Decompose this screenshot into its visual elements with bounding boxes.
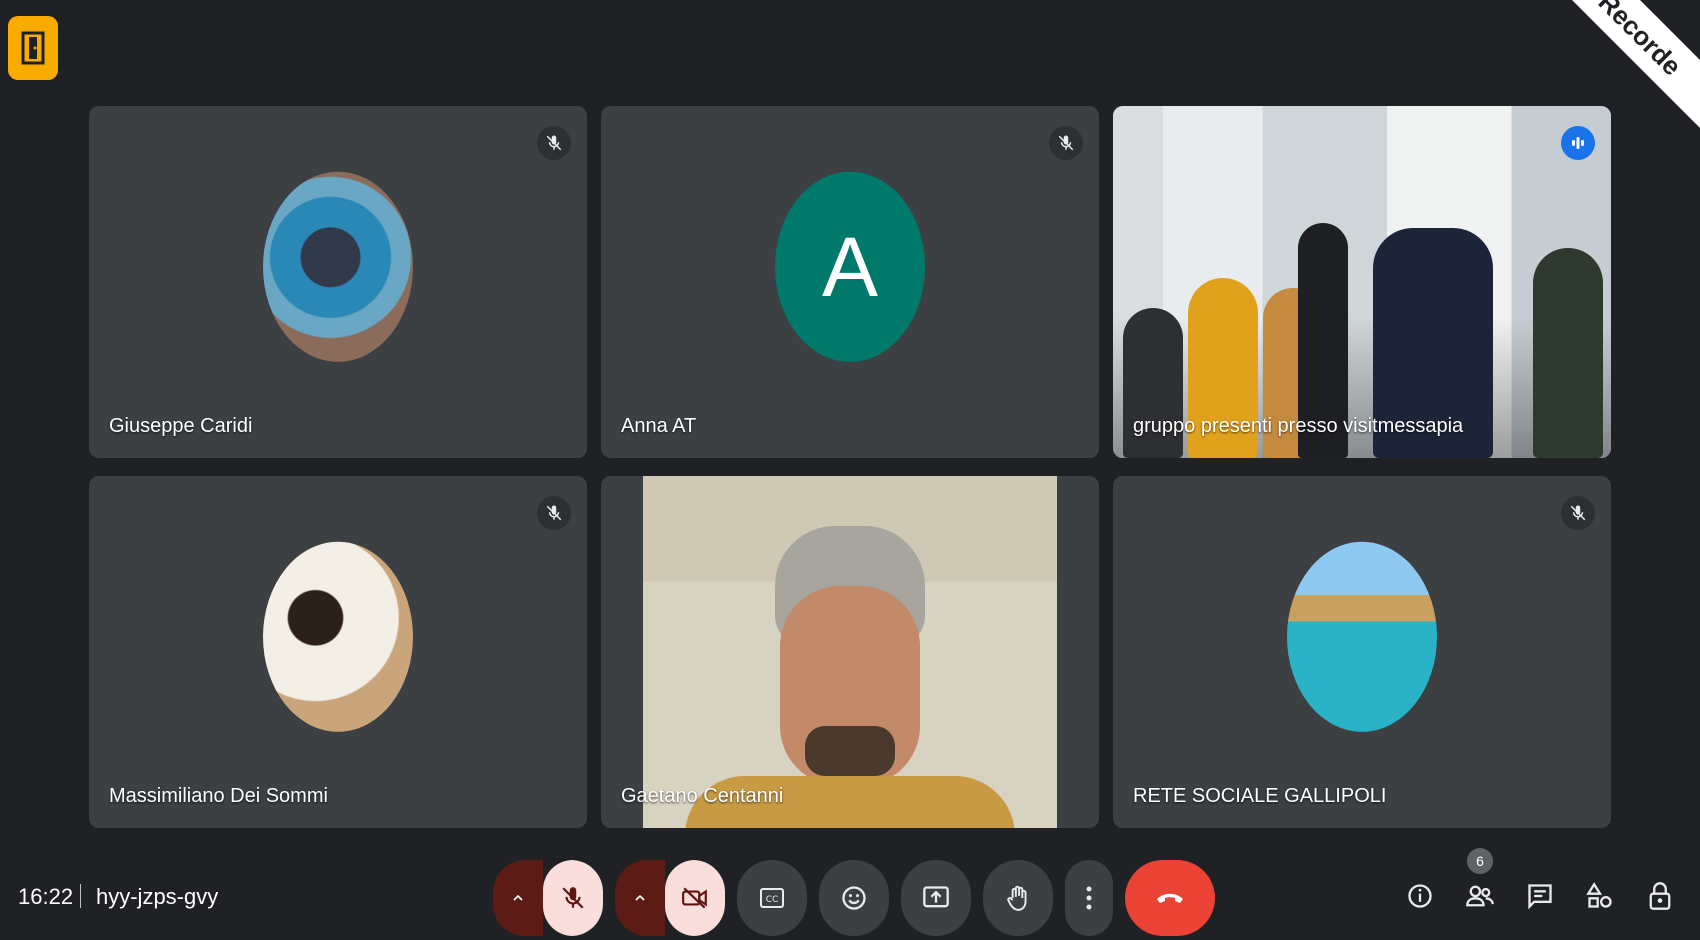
camera-control xyxy=(615,860,725,936)
mic-off-icon xyxy=(537,126,571,160)
participant-name: Giuseppe Caridi xyxy=(109,415,253,437)
speaking-icon xyxy=(1561,126,1595,160)
participant-grid: Giuseppe Caridi A Anna AT gruppo present… xyxy=(89,106,1611,828)
people-icon[interactable]: 6 xyxy=(1460,848,1500,924)
mic-control xyxy=(493,860,603,936)
video-feed xyxy=(1113,106,1611,458)
video-feed xyxy=(643,476,1057,828)
participant-tile-active[interactable]: gruppo presenti presso visitmessapia xyxy=(1113,106,1611,458)
recording-banner-label: Recorde xyxy=(1592,0,1688,82)
participant-name: Gaetano Centanni xyxy=(621,785,784,807)
participant-tile[interactable]: A Anna AT xyxy=(601,106,1099,458)
mic-off-icon xyxy=(537,496,571,530)
participant-name: Anna AT xyxy=(621,415,697,437)
participant-name: gruppo presenti presso visitmessapia xyxy=(1133,415,1464,437)
avatar xyxy=(263,171,413,362)
mic-toggle-button[interactable] xyxy=(543,860,603,936)
participant-name: RETE SOCIALE GALLIPOLI xyxy=(1133,785,1387,807)
mic-off-icon xyxy=(1049,126,1083,160)
participant-tile[interactable]: Giuseppe Caridi xyxy=(89,106,587,458)
people-count-badge: 6 xyxy=(1467,848,1493,874)
meeting-toolbar: 16:22 hyy-jzps-gvy CC 6 xyxy=(0,848,1700,940)
activities-icon[interactable] xyxy=(1580,868,1620,924)
participant-tile[interactable]: Massimiliano Dei Sommi xyxy=(89,476,587,828)
hang-up-button[interactable] xyxy=(1125,860,1215,936)
svg-text:CC: CC xyxy=(766,895,779,905)
avatar: A xyxy=(775,171,925,362)
app-door-icon[interactable] xyxy=(8,16,58,80)
avatar-letter: A xyxy=(821,219,879,314)
camera-options-chevron-icon[interactable] xyxy=(615,860,665,936)
avatar xyxy=(263,541,413,732)
info-icon[interactable] xyxy=(1400,868,1440,924)
host-controls-lock-icon[interactable] xyxy=(1640,868,1680,924)
emoji-button[interactable] xyxy=(819,860,889,936)
participant-tile[interactable]: Gaetano Centanni xyxy=(601,476,1099,828)
call-controls: CC xyxy=(493,860,1215,936)
participant-tile[interactable]: RETE SOCIALE GALLIPOLI xyxy=(1113,476,1611,828)
chat-icon[interactable] xyxy=(1520,868,1560,924)
mic-off-icon xyxy=(1561,496,1595,530)
captions-button[interactable]: CC xyxy=(737,860,807,936)
participant-name: Massimiliano Dei Sommi xyxy=(109,785,328,807)
present-screen-button[interactable] xyxy=(901,860,971,936)
raise-hand-button[interactable] xyxy=(983,860,1053,936)
more-options-button[interactable] xyxy=(1065,860,1113,936)
side-panel-icons: 6 xyxy=(1400,848,1680,924)
mic-options-chevron-icon[interactable] xyxy=(493,860,543,936)
camera-toggle-button[interactable] xyxy=(665,860,725,936)
meeting-code: hyy-jzps-gvy xyxy=(96,884,219,909)
meeting-time: 16:22 xyxy=(18,884,74,909)
avatar xyxy=(1287,541,1437,732)
divider xyxy=(80,884,81,908)
